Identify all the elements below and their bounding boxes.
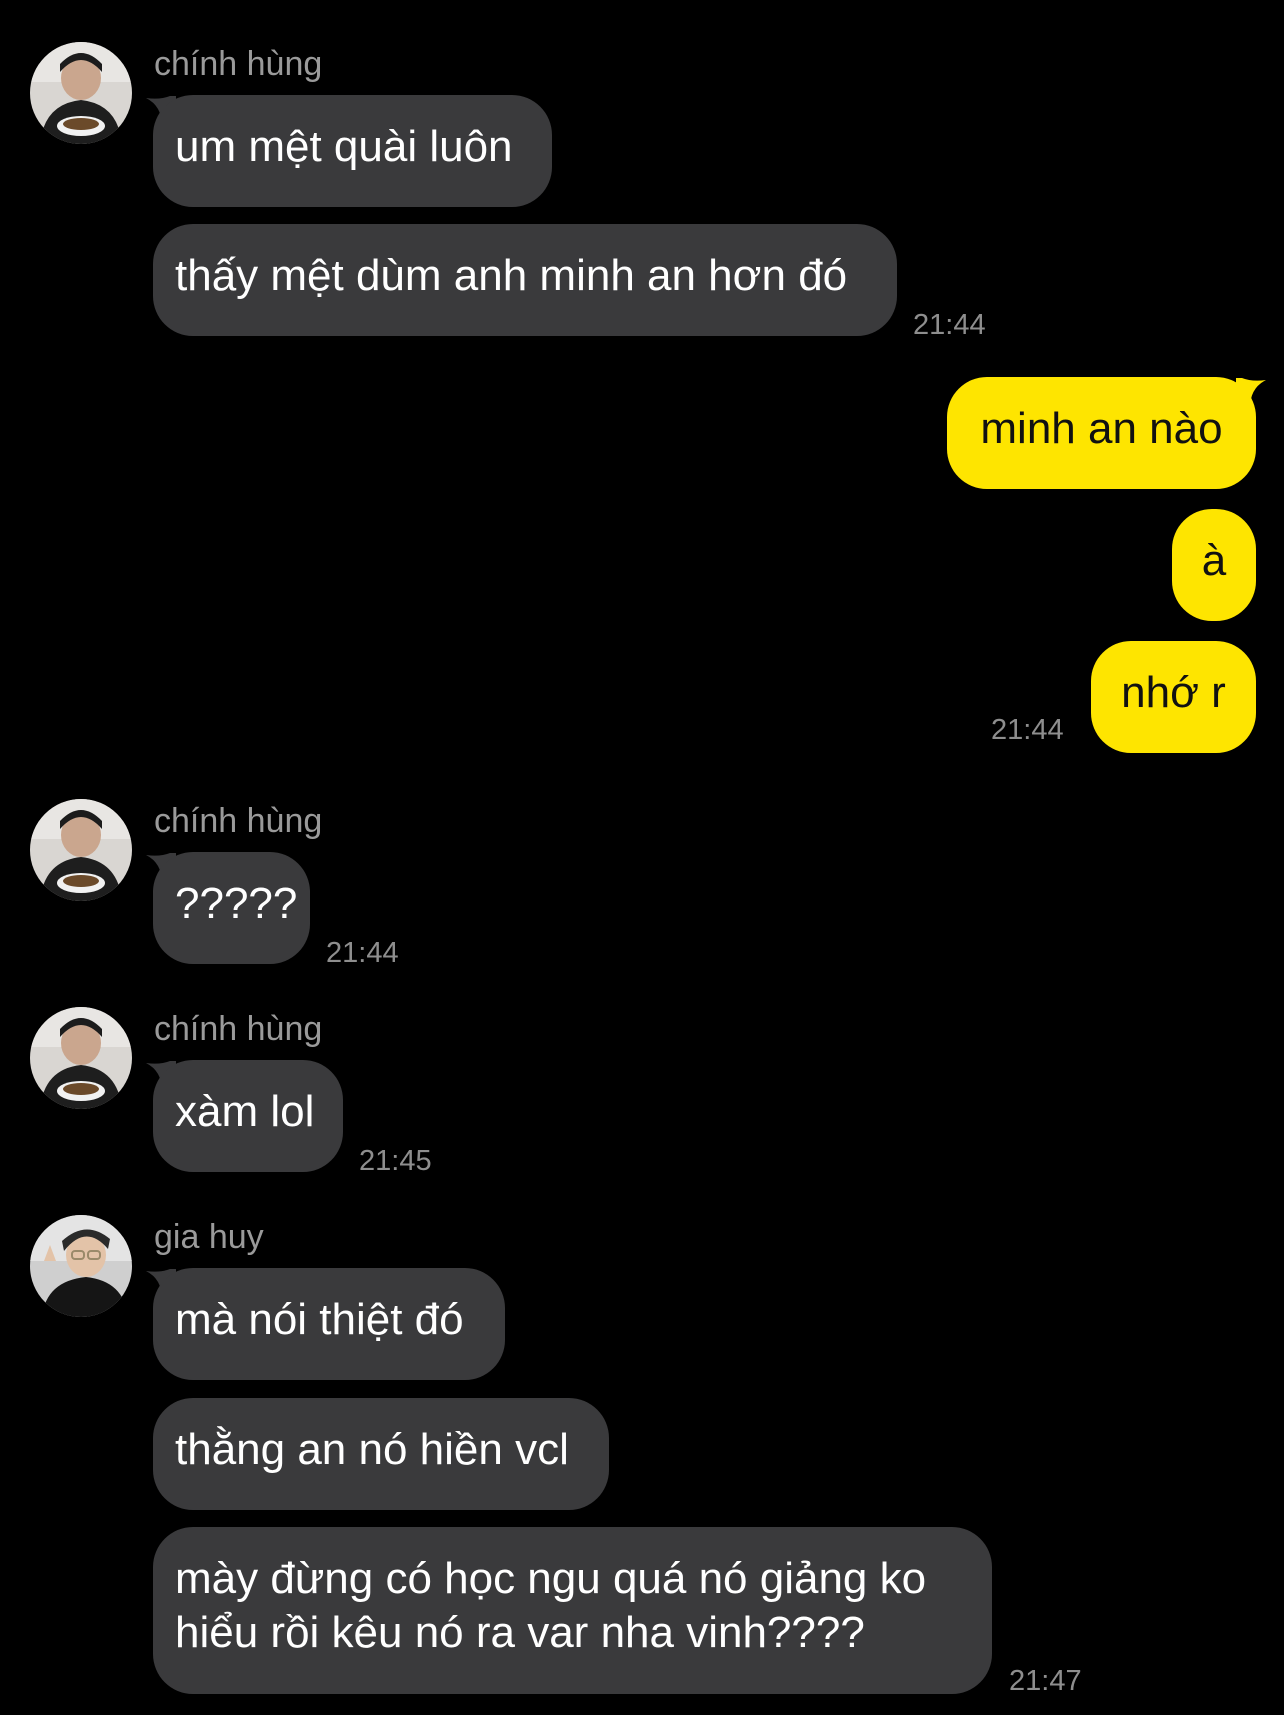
message-bubble[interactable]: xàm lol (153, 1060, 343, 1172)
message-bubble[interactable]: à (1172, 509, 1256, 621)
sender-name: chính hùng (154, 45, 323, 83)
message-timestamp: 21:44 (991, 714, 1064, 746)
message-bubble[interactable]: um mệt quài luôn (153, 95, 552, 207)
message-timestamp: 21:47 (1009, 1665, 1082, 1697)
message-bubble[interactable]: mà nói thiệt đó (153, 1268, 505, 1380)
person-avatar-icon[interactable] (30, 1007, 132, 1109)
message-timestamp: 21:44 (326, 937, 399, 969)
message-bubble[interactable]: nhớ r (1091, 641, 1256, 753)
message-bubble[interactable]: mày đừng có học ngu quá nó giảng ko hiểu… (153, 1527, 992, 1694)
person-avatar-icon[interactable] (30, 1215, 132, 1317)
message-bubble[interactable]: minh an nào (947, 377, 1256, 489)
person-avatar-icon[interactable] (30, 42, 132, 144)
sender-name: chính hùng (154, 802, 323, 840)
message-timestamp: 21:45 (359, 1145, 432, 1177)
message-timestamp: 21:44 (913, 309, 986, 341)
message-bubble[interactable]: thằng an nó hiền vcl (153, 1398, 609, 1510)
sender-name: gia huy (154, 1218, 264, 1256)
message-bubble[interactable]: ????? (153, 852, 310, 964)
sender-name: chính hùng (154, 1010, 323, 1048)
message-bubble[interactable]: thấy mệt dùm anh minh an hơn đó (153, 224, 897, 336)
person-avatar-icon[interactable] (30, 799, 132, 901)
